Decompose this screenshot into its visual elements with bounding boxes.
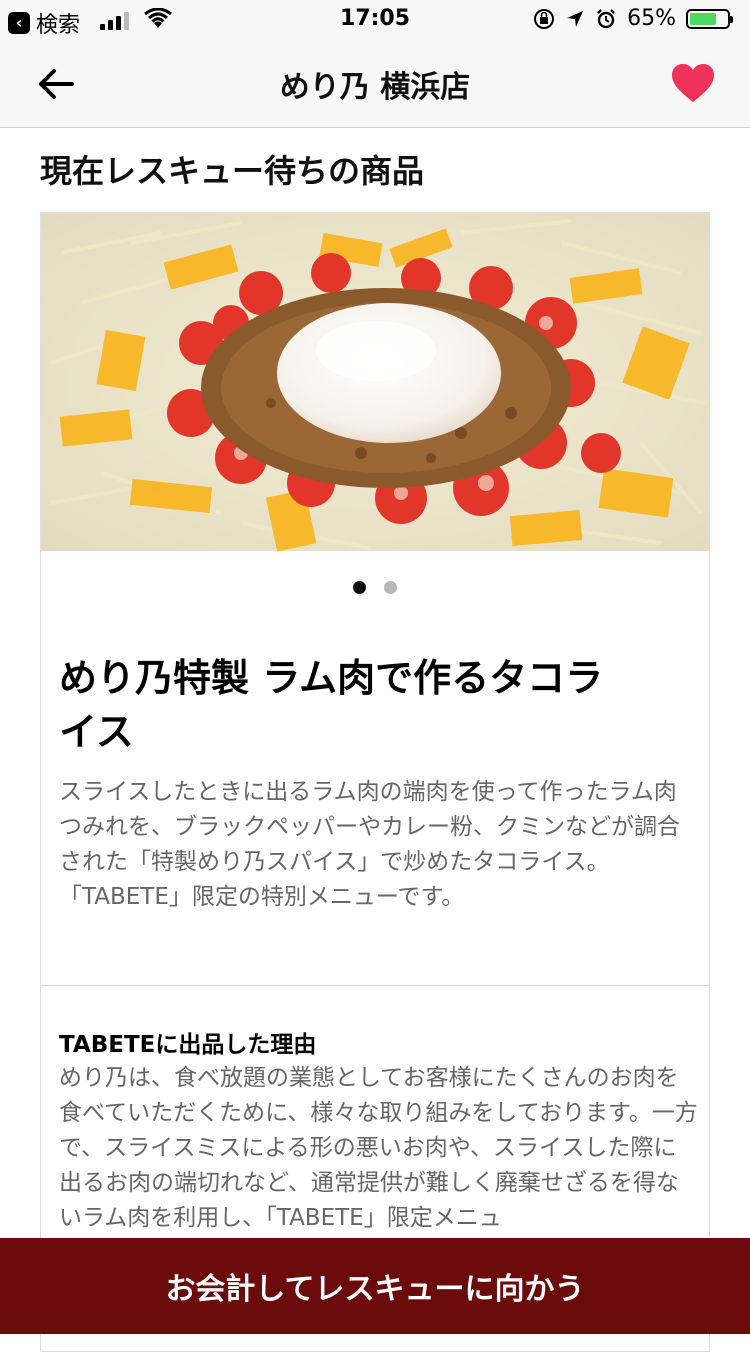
heart-icon[interactable] (670, 62, 716, 104)
carousel-dot-1[interactable] (353, 581, 366, 594)
reason-body: めり乃は、食べ放題の業態としてお客様にたくさんのお肉を食べていただくために、様々… (59, 1065, 698, 1231)
status-bar: ‹ 検索 17:05 65% (0, 0, 750, 40)
store-title: めり乃 横浜店 (279, 70, 471, 105)
battery-percent: 65% (627, 6, 676, 31)
section-heading: 現在レスキュー待ちの商品 (40, 152, 425, 190)
orientation-lock-icon (534, 8, 555, 29)
alarm-icon (597, 8, 615, 28)
product-image[interactable] (41, 213, 710, 551)
divider (41, 985, 709, 986)
carousel-dot-2[interactable] (384, 581, 397, 594)
checkout-rescue-button[interactable]: お会計してレスキューに向かう (0, 1238, 750, 1334)
location-icon (567, 10, 584, 27)
product-card: めり乃特製 ラム肉で作るタコライス スライスしたときに出るラム肉の端肉を使って作… (40, 212, 710, 1352)
reason-heading: TABETEに出品した理由 (59, 1032, 317, 1058)
product-title: めり乃特製 ラム肉で作るタコライス (59, 656, 604, 754)
carousel-indicator[interactable] (41, 581, 709, 594)
product-description: スライスしたときに出るラム肉の端肉を使って作ったラム肉つみれを、ブラックペッパー… (59, 779, 680, 910)
status-right-group: 65% (533, 6, 733, 31)
battery-icon (686, 8, 733, 29)
navigation-bar: めり乃 横浜店 (0, 40, 750, 128)
